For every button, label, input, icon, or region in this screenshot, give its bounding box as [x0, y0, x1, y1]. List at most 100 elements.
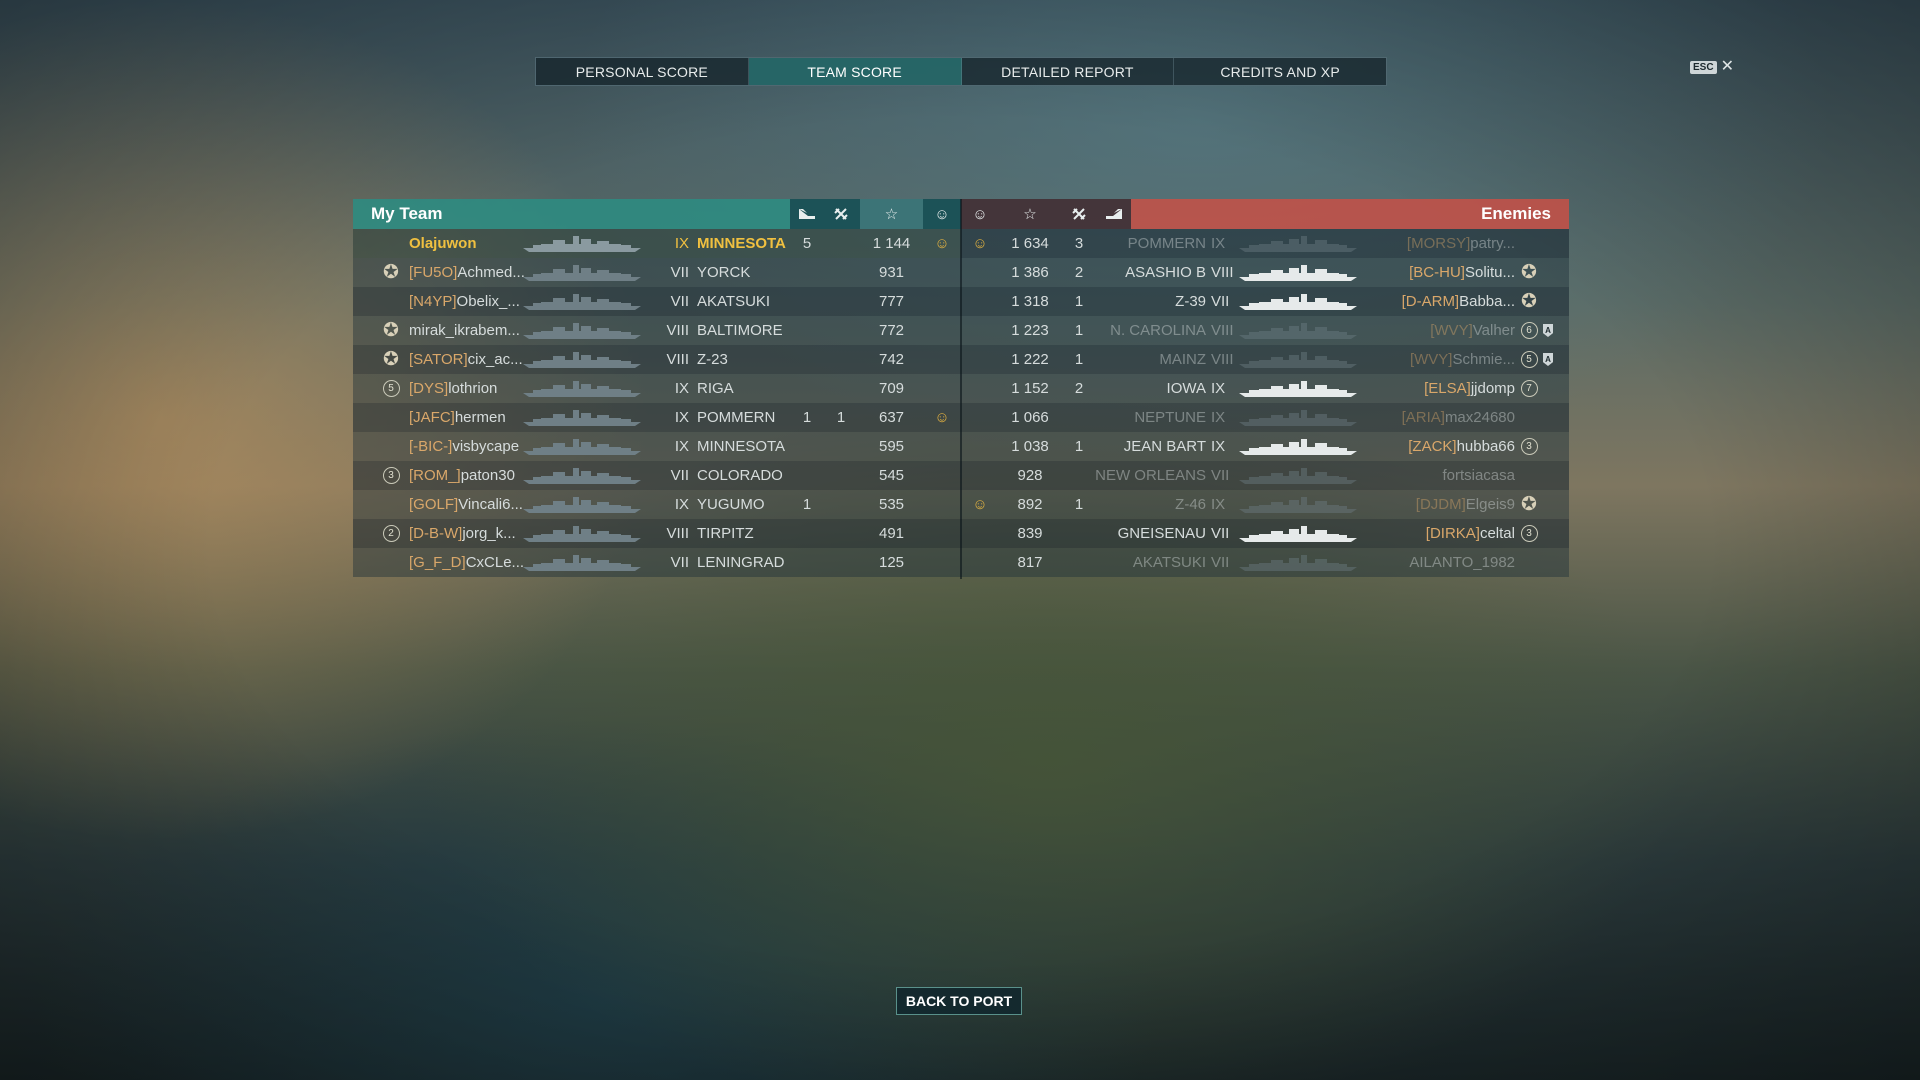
xp-value: 1 152	[1011, 380, 1049, 397]
player-name: hermen	[454, 409, 506, 426]
xp-value: 892	[1017, 496, 1043, 513]
ribbon-icon: ☺	[934, 409, 950, 426]
player-row[interactable]: ☺ 1 634 3 POMMERN IX [MORSY] patry...	[961, 229, 1569, 258]
planes-shot-icon[interactable]	[1097, 199, 1131, 229]
player-name: jorg_k...	[462, 525, 516, 542]
xp-value: 1 223	[1011, 322, 1049, 339]
xp-value: 928	[1017, 467, 1043, 484]
player-row[interactable]: [G_F_D] CxCLe... VII LENINGRAD 125	[353, 548, 961, 577]
ship-tier: VII	[670, 264, 689, 281]
xp-star-icon[interactable]: ☆	[860, 199, 923, 229]
close-button[interactable]: ESC ✕	[1690, 59, 1734, 75]
ship-name: TIRPITZ	[697, 525, 754, 542]
player-row[interactable]: 817 AKATSUKI VII AILANTO_1982	[961, 548, 1569, 577]
player-row[interactable]: 2 [D-B-W] jorg_k... VIII TIRPITZ 491	[353, 519, 961, 548]
player-row[interactable]: 5 [DYS] lothrion IX RIGA 709	[353, 374, 961, 403]
team-divider	[960, 199, 962, 579]
tab-detailed-report[interactable]: DETAILED REPORT	[962, 58, 1175, 85]
clan-tag: [GOLF]	[409, 496, 459, 513]
player-row[interactable]: 1 386 2 ASASHIO B VIII [BC-HU] Solitu... ✪	[961, 258, 1569, 287]
esc-key-icon: ESC	[1690, 60, 1717, 74]
kills-value: 2	[1074, 264, 1084, 281]
back-to-port-button[interactable]: BACK TO PORT	[896, 987, 1022, 1015]
kills-value	[824, 519, 858, 548]
ship-name: YORCK	[697, 264, 751, 281]
player-name: hubba66	[1456, 438, 1515, 455]
ribbon-icon[interactable]: ☺	[923, 199, 961, 229]
xp-value: 125	[878, 554, 905, 571]
kills-value	[824, 548, 858, 577]
clan-tag: [MORSY]	[1406, 235, 1471, 252]
ship-name: Z-46	[1175, 496, 1206, 513]
player-name: Vincali6...	[458, 496, 523, 513]
tab-credits-and-xp[interactable]: CREDITS AND XP	[1174, 58, 1386, 85]
ship-silhouette-icon	[1239, 321, 1357, 339]
ship-tier: IX	[674, 438, 689, 455]
kills-icon[interactable]	[824, 199, 858, 229]
player-row[interactable]: 1 038 1 JEAN BART IX [ZACK] hubba66 3	[961, 432, 1569, 461]
rank-badge-icon: 5	[1520, 351, 1538, 368]
rank-star-icon: ✪	[383, 320, 399, 341]
rank-badge-icon: 5	[382, 380, 400, 397]
ribbon-icon: ☺	[972, 496, 988, 513]
kills-icon[interactable]	[1061, 199, 1097, 229]
ribbon-icon: ☺	[934, 235, 950, 252]
player-name: jjdomp	[1470, 380, 1515, 397]
planes-shot-value	[790, 316, 824, 345]
xp-value: 839	[1017, 525, 1043, 542]
ship-silhouette-icon	[1239, 495, 1357, 513]
player-name: Achmed...	[457, 264, 525, 281]
xp-value: 1 038	[1011, 438, 1049, 455]
ship-tier: IX	[674, 235, 689, 252]
scoreboard: My Team ☆ ☺ Olajuwon IX MINNESOTA 5 1 144 ☺ ✪ […	[353, 199, 1569, 579]
kills-value	[824, 229, 858, 258]
ship-name: NEPTUNE	[1134, 409, 1206, 426]
rank-badge-icon: 3	[1520, 525, 1538, 542]
xp-value: 742	[878, 351, 905, 368]
player-row[interactable]: 1 152 2 IOWA IX [ELSA] jjdomp 7	[961, 374, 1569, 403]
kills-value	[1061, 461, 1097, 490]
player-row[interactable]: 3 [ROM_] paton30 VII COLORADO 545	[353, 461, 961, 490]
player-row[interactable]: Olajuwon IX MINNESOTA 5 1 144 ☺	[353, 229, 961, 258]
xp-star-icon[interactable]: ☆	[999, 199, 1061, 229]
planes-shot-value	[790, 345, 824, 374]
ship-name: JEAN BART	[1123, 438, 1206, 455]
player-name: lothrion	[448, 380, 498, 397]
player-row[interactable]: ☺ 892 1 Z-46 IX [DJDM] Elgeis9 ✪	[961, 490, 1569, 519]
ship-tier: VIII	[1211, 351, 1234, 368]
planes-shot-value	[790, 519, 824, 548]
clan-tag: [FU5O]	[409, 264, 458, 281]
player-name: fortsiacasa	[1442, 467, 1515, 484]
ship-name: RIGA	[697, 380, 734, 397]
player-row[interactable]: 1 223 1 N. CAROLINA VIII [WVY] Valher 6 A	[961, 316, 1569, 345]
player-row[interactable]: [GOLF] Vincali6... IX YUGUMO 1 535	[353, 490, 961, 519]
ship-tier: IX	[1211, 409, 1226, 426]
player-name: patry...	[1470, 235, 1515, 252]
kills-value: 1	[1074, 496, 1084, 513]
planes-shot-icon[interactable]	[790, 199, 824, 229]
player-row[interactable]: 839 GNEISENAU VII [DIRKA] celtal 3	[961, 519, 1569, 548]
player-row[interactable]: [N4YP] Obelix_... VII AKATSUKI 777	[353, 287, 961, 316]
player-row[interactable]: [JAFC] hermen IX POMMERN 1 1 637 ☺	[353, 403, 961, 432]
player-name: Olajuwon	[409, 235, 477, 252]
player-row[interactable]: 1 222 1 MAINZ VIII [WVY] Schmie... 5 A	[961, 345, 1569, 374]
player-row[interactable]: ✪ mirak_ikrabem... VIII BALTIMORE 772	[353, 316, 961, 345]
ship-name: MINNESOTA	[697, 235, 786, 252]
tab-team-score[interactable]: TEAM SCORE	[748, 58, 962, 85]
player-row[interactable]: [-BIC-] visbycape IX MINNESOTA 595	[353, 432, 961, 461]
ribbon-icon[interactable]: ☺	[961, 199, 999, 229]
player-row[interactable]: 1 318 1 Z-39 VII [D-ARM] Babba... ✪	[961, 287, 1569, 316]
rank-star-icon: ✪	[383, 349, 399, 370]
clan-tag: [-BIC-]	[409, 438, 453, 455]
ship-tier: VIII	[666, 351, 689, 368]
ship-name: MINNESOTA	[697, 438, 786, 455]
player-name: Solitu...	[1464, 264, 1515, 281]
my-team-header: My Team ☆ ☺	[353, 199, 961, 229]
tab-personal-score[interactable]: PERSONAL SCORE	[536, 58, 749, 85]
player-row[interactable]: ✪ [SATOR] cix_ac... VIII Z-23 742	[353, 345, 961, 374]
player-row[interactable]: 1 066 NEPTUNE IX [ARIA] max24680	[961, 403, 1569, 432]
player-row[interactable]: ✪ [FU5O] Achmed... VII YORCK 931	[353, 258, 961, 287]
ship-name: LENINGRAD	[697, 554, 785, 571]
player-row[interactable]: 928 NEW ORLEANS VII fortsiacasa	[961, 461, 1569, 490]
ship-name: N. CAROLINA	[1110, 322, 1206, 339]
